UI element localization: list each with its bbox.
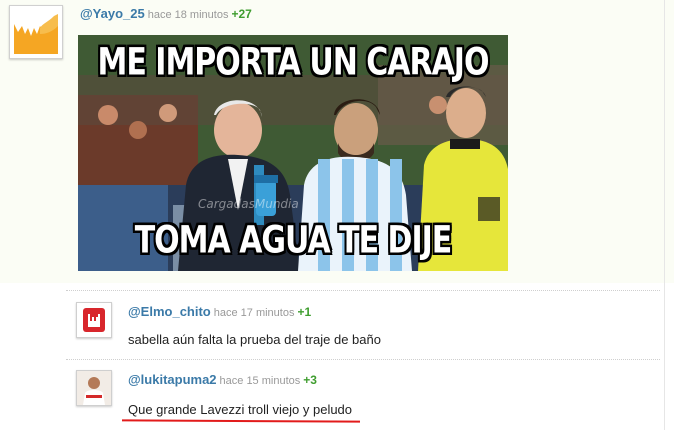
timestamp: hace 17 minutos xyxy=(213,307,295,319)
default-avatar-icon xyxy=(10,6,62,58)
photo-avatar-icon xyxy=(77,371,111,405)
user-avatar[interactable] xyxy=(76,302,112,338)
user-avatar[interactable] xyxy=(76,370,112,406)
reply-header: @lukitapuma2 hace 15 minutos +3 xyxy=(128,372,317,387)
reply-text: Que grande Lavezzi troll viejo y peludo xyxy=(128,402,353,417)
username-link[interactable]: @lukitapuma2 xyxy=(128,372,217,387)
username-link[interactable]: @Yayo_25 xyxy=(80,6,145,21)
reply-header: @Elmo_chito hace 17 minutos +1 xyxy=(128,304,311,319)
rock-hand-icon xyxy=(77,303,111,337)
meme-image[interactable]: ME IMPORTA UN CARAJO CargadasMundia TOMA… xyxy=(78,35,508,271)
reply-text: sabella aún falta la prueba del traje de… xyxy=(128,332,381,347)
timestamp: hace 15 minutos xyxy=(219,375,301,387)
right-border xyxy=(664,0,665,430)
divider xyxy=(66,359,660,360)
post-header: @Yayo_25 hace 18 minutos +27 xyxy=(80,6,252,21)
vote-count: +1 xyxy=(297,305,312,319)
username-link[interactable]: @Elmo_chito xyxy=(128,304,211,319)
vote-count: +3 xyxy=(303,373,317,387)
timestamp: hace 18 minutos xyxy=(147,9,229,21)
divider xyxy=(66,290,660,291)
meme-bottom-text: TOMA AGUA TE DIJE xyxy=(134,218,453,263)
meme-top-text: ME IMPORTA UN CARAJO xyxy=(97,40,490,85)
main-post: @Yayo_25 hace 18 minutos +27 ME IMPORTA … xyxy=(0,0,674,283)
reply-item: @Elmo_chito hace 17 minutos +1 sabella aún… xyxy=(66,296,660,356)
meme-watermark: CargadasMundia xyxy=(198,197,299,211)
user-avatar[interactable] xyxy=(9,5,63,59)
vote-count: +27 xyxy=(231,7,252,21)
